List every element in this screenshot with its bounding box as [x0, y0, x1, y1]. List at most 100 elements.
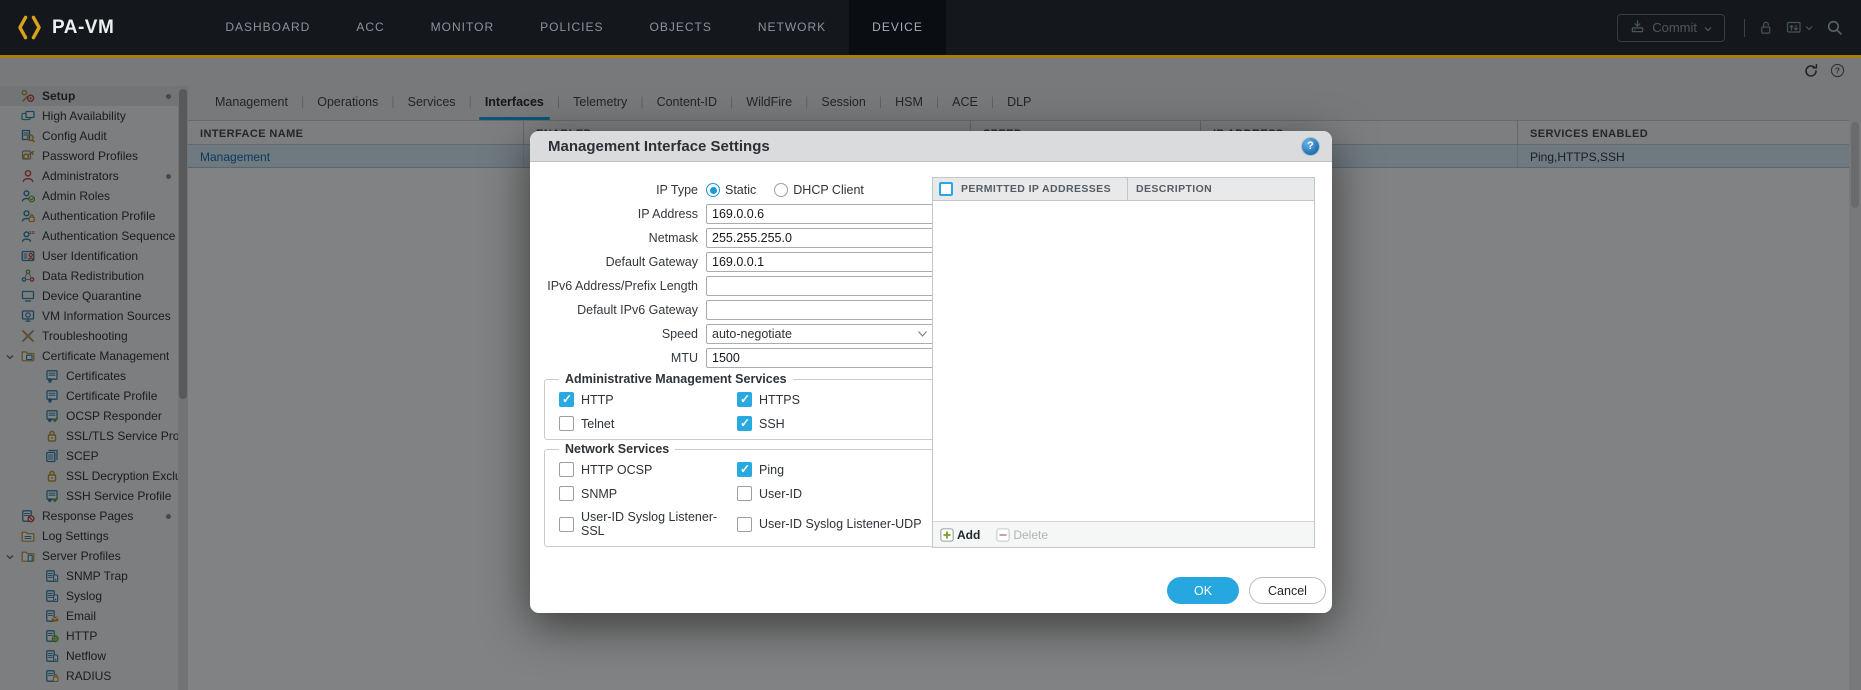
mtu-field[interactable]: [706, 348, 934, 368]
checkbox-row-https: HTTPS: [737, 392, 933, 407]
ipv6-address-prefix-length-row: IPv6 Address/Prefix Length: [544, 274, 934, 298]
checkbox-user-id-syslog-listener-ssl[interactable]: [559, 517, 574, 532]
permitted-ip-panel: PERMITTED IP ADDRESSES DESCRIPTION Add D…: [932, 177, 1315, 548]
permitted-ip-column-header: PERMITTED IP ADDRESSES: [961, 178, 1127, 201]
netmask-field[interactable]: [706, 228, 934, 248]
default-ipv6-gateway-row: Default IPv6 Gateway: [544, 298, 934, 322]
checkbox-label-snmp: SNMP: [581, 487, 617, 501]
app-body: ? SetupHigh AvailabilityConfig AuditPass…: [0, 58, 1861, 690]
checkbox-ssh[interactable]: [737, 416, 752, 431]
dialog-titlebar: Management Interface Settings ?: [530, 131, 1332, 162]
checkbox-user-id[interactable]: [737, 486, 752, 501]
checkbox-row-snmp: SNMP: [559, 486, 737, 501]
dialog-help-icon[interactable]: ?: [1302, 138, 1319, 155]
checkbox-snmp[interactable]: [559, 486, 574, 501]
select-all-checkbox[interactable]: [939, 182, 953, 196]
netmask-row: Netmask: [544, 226, 934, 250]
admin-services-group-legend: Administrative Management Services: [559, 372, 793, 386]
pan-logo-icon: [16, 14, 43, 41]
checkbox-label-http: HTTP: [581, 393, 614, 407]
delete-button[interactable]: Delete: [996, 528, 1048, 542]
checkbox-user-id-syslog-listener-udp[interactable]: [737, 517, 752, 532]
checkbox-http-ocsp[interactable]: [559, 462, 574, 477]
mtu-label: MTU: [544, 351, 698, 365]
nav-acc[interactable]: ACC: [333, 0, 407, 55]
checkbox-label-ssh: SSH: [759, 417, 785, 431]
default-gateway-label: Default Gateway: [544, 255, 698, 269]
checkbox-label-http-ocsp: HTTP OCSP: [581, 463, 652, 477]
mtu-row: MTU: [544, 346, 934, 370]
search-icon[interactable]: [1826, 19, 1843, 36]
permitted-ip-toolbar: Add Delete: [933, 521, 1314, 547]
caret-down-icon: [1704, 20, 1712, 35]
checkbox-label-https: HTTPS: [759, 393, 800, 407]
topbar-actions: Commit: [1617, 14, 1861, 42]
selected-value: auto-negotiate: [712, 327, 917, 341]
ip-type-label: IP Type: [544, 183, 698, 197]
admin-services-group: Administrative Management ServicesHTTPHT…: [544, 379, 934, 440]
network-services-group-legend: Network Services: [559, 442, 675, 456]
dialog-title: Management Interface Settings: [530, 138, 770, 155]
speed-select[interactable]: auto-negotiate: [706, 324, 934, 344]
network-services-group: Network ServicesHTTP OCSPPingSNMPUser-ID…: [544, 449, 934, 547]
checkbox-telnet[interactable]: [559, 416, 574, 431]
checkbox-https[interactable]: [737, 392, 752, 407]
ok-button[interactable]: OK: [1167, 577, 1239, 604]
checkbox-row-user-id-syslog-listener-udp: User-ID Syslog Listener-UDP: [737, 510, 933, 538]
radio-dhcp-client[interactable]: [774, 183, 788, 197]
nav-policies[interactable]: POLICIES: [517, 0, 626, 55]
topbar-divider: [1744, 19, 1745, 37]
checkbox-row-telnet: Telnet: [559, 416, 737, 431]
default-ipv6-gateway-field[interactable]: [706, 300, 934, 320]
nav-dashboard[interactable]: DASHBOARD: [202, 0, 333, 55]
nav-objects[interactable]: OBJECTS: [626, 0, 734, 55]
ip-address-row: IP Address: [544, 202, 934, 226]
radio-label-static: Static: [725, 183, 756, 197]
checkbox-http[interactable]: [559, 392, 574, 407]
speed-row: Speed auto-negotiate: [544, 322, 934, 346]
nav-device[interactable]: DEVICE: [849, 0, 946, 55]
screen: PA-VM DASHBOARDACCMONITORPOLICIESOBJECTS…: [0, 0, 1861, 690]
nav-monitor[interactable]: MONITOR: [408, 0, 517, 55]
ip-address-field[interactable]: [706, 204, 934, 224]
ipv6-address-prefix-length-field[interactable]: [706, 276, 934, 296]
chevron-down-icon: [917, 327, 928, 341]
checkbox-label-ping: Ping: [759, 463, 784, 477]
ip-type-row: IP Type Static DHCP Client: [544, 178, 934, 202]
dialog-body: IP Type Static DHCP Client IP Address Netmas…: [530, 162, 1332, 613]
brand-title: PA-VM: [52, 17, 114, 39]
cancel-button[interactable]: Cancel: [1249, 577, 1326, 604]
default-gateway-field[interactable]: [706, 252, 934, 272]
checkbox-row-http-ocsp: HTTP OCSP: [559, 462, 737, 477]
delete-label: Delete: [1013, 528, 1048, 542]
topbar: PA-VM DASHBOARDACCMONITORPOLICIESOBJECTS…: [0, 0, 1861, 55]
checkbox-row-user-id-syslog-listener-ssl: User-ID Syslog Listener-SSL: [559, 510, 737, 538]
lock-icon[interactable]: [1758, 20, 1773, 36]
management-interface-settings-dialog: Management Interface Settings ? IP Type S…: [530, 131, 1332, 613]
speed-label: Speed: [544, 327, 698, 341]
main-nav: DASHBOARDACCMONITORPOLICIESOBJECTSNETWOR…: [202, 0, 946, 55]
permitted-ip-header: PERMITTED IP ADDRESSES DESCRIPTION: [933, 178, 1314, 201]
radio-label-dhcp-client: DHCP Client: [793, 183, 864, 197]
checkbox-row-ssh: SSH: [737, 416, 933, 431]
checkbox-label-user-id-syslog-listener-udp: User-ID Syslog Listener-UDP: [759, 517, 922, 531]
add-label: Add: [957, 528, 980, 542]
config-tasks-icon[interactable]: [1786, 20, 1813, 35]
checkbox-label-user-id: User-ID: [759, 487, 802, 501]
commit-label: Commit: [1652, 20, 1697, 35]
description-column-header: DESCRIPTION: [1127, 178, 1314, 200]
checkbox-row-http: HTTP: [559, 392, 737, 407]
nav-network[interactable]: NETWORK: [735, 0, 849, 55]
permitted-ip-table-body: [933, 201, 1314, 521]
checkbox-ping[interactable]: [737, 462, 752, 477]
ip-address-label: IP Address: [544, 207, 698, 221]
ipv6-address-prefix-length-label: IPv6 Address/Prefix Length: [544, 279, 698, 293]
radio-static[interactable]: [706, 183, 720, 197]
commit-icon: [1630, 19, 1645, 37]
default-ipv6-gateway-label: Default IPv6 Gateway: [544, 303, 698, 317]
checkbox-label-telnet: Telnet: [581, 417, 614, 431]
commit-button[interactable]: Commit: [1617, 14, 1725, 42]
add-button[interactable]: Add: [940, 528, 980, 542]
interface-settings-form: IP Type Static DHCP Client IP Address Netmas…: [544, 178, 934, 547]
checkbox-row-ping: Ping: [737, 462, 933, 477]
